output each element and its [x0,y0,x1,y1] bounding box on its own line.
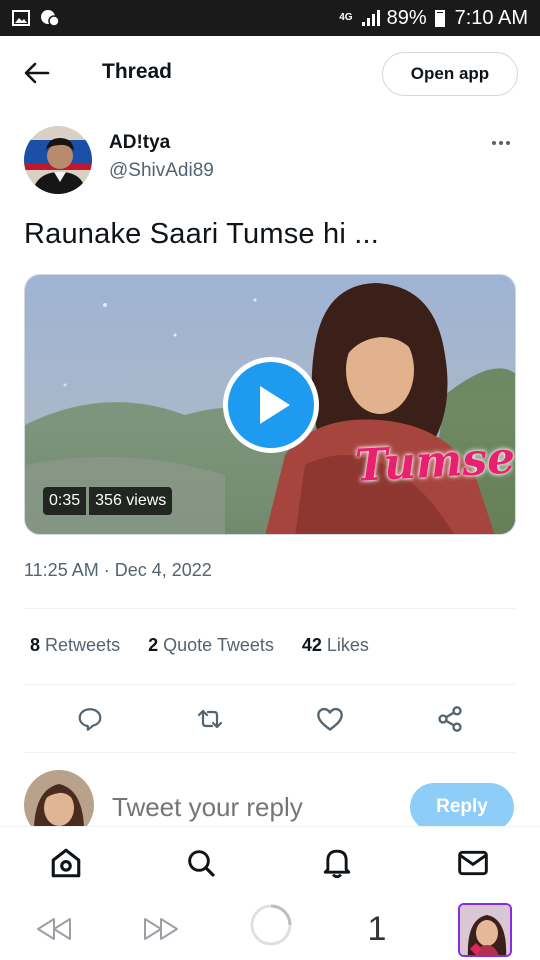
video-badges: 0:35 356 views [43,487,173,515]
app-root: 4G 89% 7:10 AM Thread Open app AD!tya @S… [0,0,540,960]
home-icon [51,848,81,878]
gallery-notification-icon [12,10,30,26]
retweets-label: Retweets [45,635,121,655]
video-player[interactable]: Tumse hi 0:35 356 views [24,274,516,535]
dot [492,141,496,145]
browser-toolbar: 1 [0,898,540,960]
battery-percent: 89% [386,6,427,29]
likes-stat[interactable]: 42 Likes [302,635,369,656]
nav-messages-button[interactable] [455,845,491,881]
nav-home-button[interactable] [48,845,84,881]
retweet-icon [197,709,223,729]
tweet-text: Raunake Saari Tumse hi ... [24,218,379,250]
loading-indicator [248,904,294,946]
reply-button[interactable]: Reply [410,783,514,831]
back-button[interactable] [22,58,52,88]
reply-input[interactable] [112,792,382,823]
battery-icon [434,9,445,27]
comment-icon [78,708,102,731]
bottom-navigation [0,826,540,898]
bell-icon [323,849,351,879]
browser-forward-button[interactable] [140,910,182,948]
retweet-action-button[interactable] [190,700,230,738]
dot [499,141,503,145]
share-icon [438,706,462,732]
author-handle[interactable]: @ShivAdi89 [109,160,214,182]
author-avatar-image [24,126,92,194]
clock: 7:10 AM [454,6,528,29]
likes-count: 42 [301,635,322,655]
tweet-stats: 8 Retweets 2 Quote Tweets 42 Likes [30,635,369,656]
mail-icon [458,850,488,876]
browser-profile-button[interactable] [458,902,512,958]
quote-tweets-stat[interactable]: 2 Quote Tweets [148,635,274,656]
tweet-timestamp[interactable]: 11:25 AM · Dec 4, 2022 [24,560,212,581]
author-avatar[interactable] [24,126,92,194]
quote-count: 2 [148,635,159,655]
play-icon [260,386,290,424]
arrow-left-icon [24,62,50,84]
nav-search-button[interactable] [183,845,219,881]
profile-thumbnail-image [460,905,510,955]
likes-label: Likes [326,635,369,655]
profile-thumbnail [458,903,512,957]
video-views: 356 views [89,487,173,515]
page-title: Thread [102,60,173,83]
network-type: 4G [339,12,353,23]
thread-header: Thread Open app [0,36,540,110]
rewind-icon [37,918,71,940]
retweets-stat[interactable]: 8 Retweets [30,635,120,656]
tweet-actions [0,700,540,738]
divider [24,752,516,753]
bubble-notification-icon [41,10,60,27]
dot [506,141,510,145]
like-action-button[interactable] [310,700,350,738]
play-button[interactable] [223,357,319,453]
quote-label: Quote Tweets [163,635,274,655]
retweets-count: 8 [30,635,41,655]
loading-spinner-icon [250,904,292,946]
search-icon [188,850,215,877]
tab-count: 1 [367,909,387,948]
video-duration: 0:35 [43,487,87,515]
divider [24,684,516,685]
fast-forward-icon [144,918,178,940]
nav-notifications-button[interactable] [319,845,355,881]
reply-action-button[interactable] [70,700,110,738]
heart-icon [317,707,343,731]
browser-back-button[interactable] [33,910,75,948]
status-bar: 4G 89% 7:10 AM [0,0,540,36]
tab-count-button[interactable]: 1 [362,910,392,948]
author-name[interactable]: AD!tya [109,132,170,154]
share-action-button[interactable] [430,700,470,738]
more-options-button[interactable] [486,132,516,154]
open-app-button[interactable]: Open app [382,52,518,96]
divider [24,608,516,609]
signal-icon [361,10,380,26]
